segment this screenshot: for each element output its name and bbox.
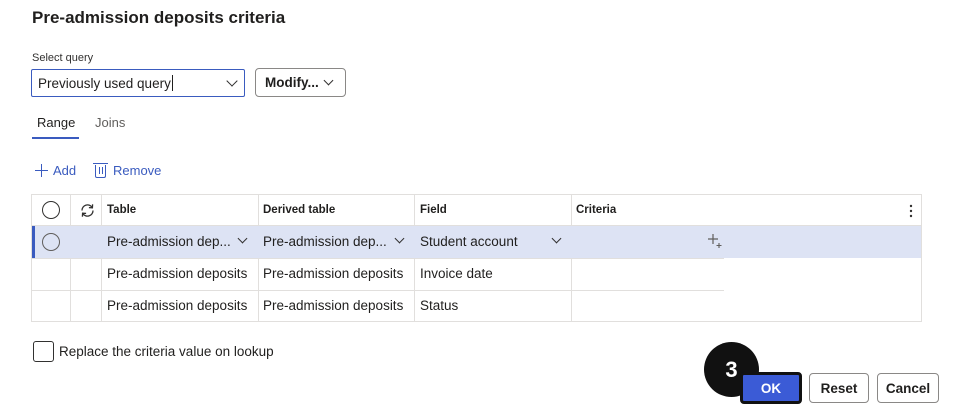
row-field-value: Student account [420, 234, 518, 249]
cancel-button[interactable]: Cancel [877, 373, 939, 403]
row-field-cell: Invoice date [420, 266, 493, 281]
add-icon [35, 164, 48, 177]
reset-button[interactable]: Reset [809, 373, 869, 403]
modify-button-label: Modify... [265, 75, 319, 90]
text-cursor [171, 75, 173, 91]
range-grid: Table Derived table Field Criteria Pre-a… [31, 194, 922, 322]
replace-criteria-checkbox[interactable] [33, 341, 54, 362]
row-table-cell: Pre-admission deposits [107, 298, 248, 313]
trash-icon [93, 163, 108, 178]
tab-range-underline [32, 137, 79, 139]
dialog-title: Pre-admission deposits criteria [32, 8, 286, 27]
select-query-value: Previously used query [38, 75, 171, 91]
select-all-radio[interactable] [42, 201, 60, 219]
column-header-table[interactable]: Table [107, 204, 136, 216]
more-vertical-icon[interactable] [909, 204, 913, 218]
table-row[interactable]: Pre-admission deposits Pre-admission dep… [32, 290, 921, 322]
chevron-down-icon [237, 233, 248, 244]
row-table-select[interactable]: Pre-admission dep... [107, 233, 248, 249]
add-button-label: Add [53, 163, 77, 178]
chevron-down-icon [323, 75, 334, 86]
grid-header: Table Derived table Field Criteria [32, 195, 921, 226]
add-button[interactable]: Add [35, 163, 76, 178]
refresh-icon[interactable] [79, 202, 96, 219]
chevron-down-icon [226, 75, 238, 87]
column-header-derived-table[interactable]: Derived table [263, 204, 335, 216]
tab-joins[interactable]: Joins [95, 115, 125, 130]
row-field-cell: Status [420, 298, 459, 313]
row-derived-table-cell: Pre-admission deposits [263, 298, 404, 313]
crosshair-icon [708, 234, 722, 248]
row-field-select[interactable]: Student account [420, 233, 562, 249]
modify-button[interactable]: Modify... [255, 68, 346, 97]
column-header-criteria[interactable]: Criteria [576, 204, 616, 216]
row-table-value: Pre-admission dep... [107, 234, 231, 249]
ok-button[interactable]: OK [740, 372, 802, 404]
row-table-cell: Pre-admission deposits [107, 266, 248, 281]
remove-button[interactable]: Remove [93, 163, 162, 178]
row-derived-table-value: Pre-admission dep... [263, 234, 387, 249]
select-query-dropdown[interactable]: Previously used query [31, 69, 245, 97]
table-row[interactable]: Pre-admission dep... Pre-admission dep..… [32, 226, 921, 258]
chevron-down-icon [394, 233, 405, 244]
replace-criteria-label: Replace the criteria value on lookup [59, 344, 274, 359]
row-derived-table-select[interactable]: Pre-admission dep... [263, 233, 405, 249]
remove-button-label: Remove [113, 163, 162, 178]
criteria-dialog: Pre-admission deposits criteria Select q… [0, 0, 958, 414]
row-select-radio[interactable] [42, 233, 60, 251]
chevron-down-icon [551, 233, 562, 244]
tab-range[interactable]: Range [37, 115, 75, 130]
table-row[interactable]: Pre-admission deposits Pre-admission dep… [32, 258, 921, 290]
column-header-field[interactable]: Field [420, 204, 447, 216]
select-query-label: Select query [32, 52, 94, 64]
row-derived-table-cell: Pre-admission deposits [263, 266, 404, 281]
